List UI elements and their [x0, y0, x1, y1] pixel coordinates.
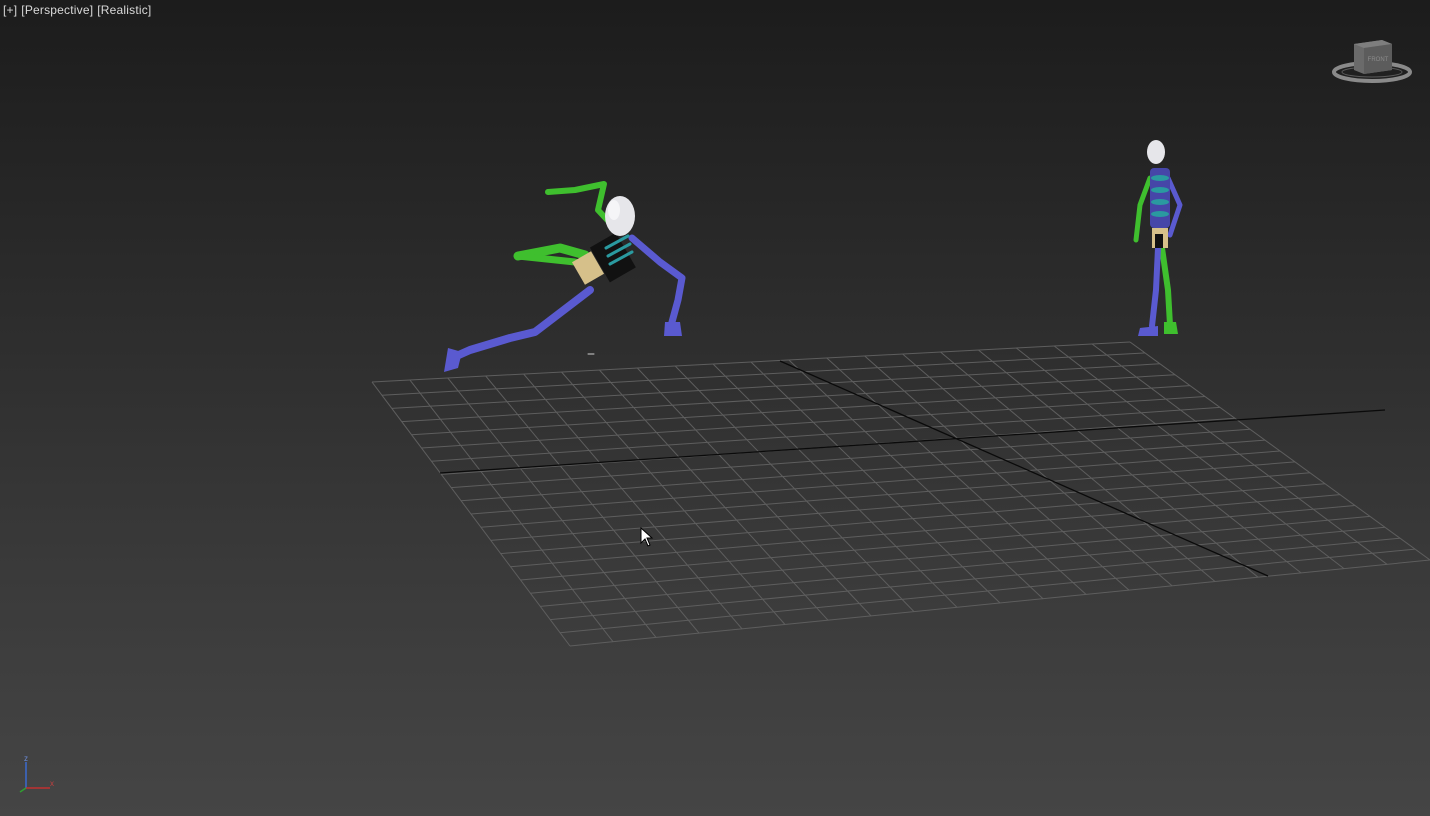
- biped-left-right-leg: [448, 286, 594, 362]
- grid-axis-y: [779, 360, 1269, 577]
- biped-right-character[interactable]: [1133, 140, 1183, 336]
- biped-left-right-foot: [444, 348, 462, 372]
- biped-right-left-arm: [1133, 175, 1153, 243]
- mouse-cursor-icon: [640, 527, 654, 547]
- grid-line: [560, 548, 1416, 634]
- viewcube[interactable]: FRONT: [1330, 36, 1414, 86]
- grid-line: [1053, 345, 1345, 569]
- biped-right-head: [1147, 140, 1165, 164]
- axis-x-label: x: [50, 779, 54, 788]
- home-grid: [371, 341, 1430, 647]
- grid-line: [569, 559, 1430, 647]
- axis-z-label: z: [24, 754, 28, 763]
- axis-tripod: z x: [19, 754, 54, 793]
- biped-right-left-leg: [1159, 245, 1173, 328]
- biped-left-left-arm: [545, 181, 615, 228]
- grid-line: [1129, 341, 1430, 561]
- viewport-scene[interactable]: [0, 0, 1430, 816]
- biped-left-right-hand: [664, 322, 682, 336]
- biped-left-right-arm: [628, 234, 686, 326]
- viewcube-face-label: FRONT: [1368, 57, 1389, 63]
- grid-line: [550, 537, 1401, 621]
- grid-line: [1091, 343, 1388, 565]
- biped-left-character[interactable]: [444, 181, 686, 372]
- biped-right-right-leg: [1149, 245, 1161, 329]
